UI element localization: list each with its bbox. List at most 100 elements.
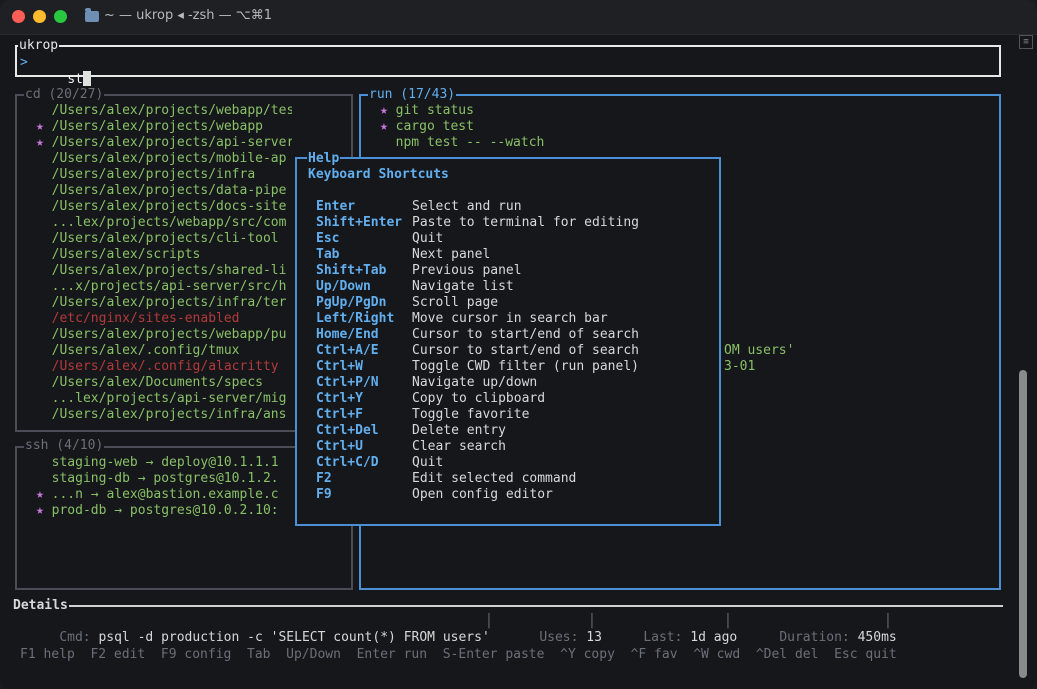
list-item[interactable]: /Users/alex/projects/mobile-ap [36, 151, 292, 167]
list-item-text: /Users/alex/projects/webapp/tests [51, 103, 292, 118]
list-item-text: /Users/alex/projects/infra/ter [51, 295, 287, 310]
list-item[interactable]: /Users/alex/.config/alacritty [36, 359, 292, 375]
list-item[interactable]: /Users/alex/projects/webapp/tests [36, 103, 292, 119]
star-spacer [36, 263, 52, 278]
cmd-value: psql -d production -c 'SELECT count(*) F… [98, 630, 490, 645]
star-spacer [36, 295, 52, 310]
list-item[interactable]: ★ cargo test [380, 119, 680, 135]
list-item[interactable]: ★ git status [380, 103, 680, 119]
star-spacer [36, 455, 52, 470]
star-spacer [36, 407, 52, 422]
footer-hint: ^F fav [630, 647, 678, 662]
shortcut-key: Ctrl+P/N [316, 375, 379, 390]
star-spacer [36, 471, 52, 486]
star-spacer [36, 199, 52, 214]
list-item-text: /Users/alex/projects/infra/ans [51, 407, 287, 422]
shortcut-description: Toggle favorite [412, 407, 530, 422]
list-item[interactable]: ★ /Users/alex/projects/webapp [36, 119, 292, 135]
search-box[interactable] [15, 45, 1001, 77]
shortcut-description: Edit selected command [412, 471, 577, 486]
star-spacer [36, 231, 52, 246]
cmd-label: Cmd: [59, 630, 91, 645]
star-spacer [36, 167, 52, 182]
list-item[interactable]: ★ prod-db → postgres@10.0.2.10: [36, 503, 292, 519]
list-item[interactable]: /etc/nginx/sites-enabled [36, 311, 292, 327]
minimize-window-button[interactable] [33, 10, 46, 23]
list-item-text: /Users/alex/projects/infra [51, 167, 256, 182]
list-item-text: /etc/nginx/sites-enabled [51, 311, 240, 326]
star-spacer [36, 375, 52, 390]
footer-hint: Tab [247, 647, 271, 662]
list-item[interactable]: ...lex/projects/webapp/src/com [36, 215, 292, 231]
search-box-label: ukrop [18, 38, 60, 54]
list-item[interactable]: ...x/projects/api-server/src/h [36, 279, 292, 295]
list-item[interactable]: /Users/alex/projects/data-pipe [36, 183, 292, 199]
sidebar-toggle-icon[interactable]: ≡ [1019, 35, 1033, 49]
shortcut-key: Ctrl+C/D [316, 455, 379, 470]
list-item[interactable]: npm test -- --watch [380, 135, 680, 151]
list-item[interactable]: ★ /Users/alex/projects/api-server [36, 135, 292, 151]
list-item[interactable]: /Users/alex/projects/infra/ter [36, 295, 292, 311]
folder-icon [85, 8, 99, 22]
shortcut-key: Ctrl+Y [316, 391, 363, 406]
title-bar: ~ — ukrop ◂ -zsh — ⌥⌘1 [0, 0, 1037, 35]
shortcut-description: Copy to clipboard [412, 391, 546, 406]
list-item[interactable]: /Users/alex/Documents/specs [36, 375, 292, 391]
footer-hint: S-Enter paste [442, 647, 545, 662]
list-item-text: /Users/alex/projects/mobile-ap [51, 151, 287, 166]
separator-2: │ [588, 614, 596, 629]
star-spacer [36, 151, 52, 166]
star-spacer [36, 311, 52, 326]
list-item-text: /Users/alex/projects/shared-li [51, 263, 287, 278]
star-spacer [36, 343, 52, 358]
shortcut-description: Navigate list [412, 279, 514, 294]
list-item-text: ...lex/projects/webapp/src/com [51, 215, 287, 230]
favorite-star-icon: ★ [36, 135, 52, 150]
list-item[interactable]: /Users/alex/projects/shared-li [36, 263, 292, 279]
shortcut-key: Ctrl+F [316, 407, 363, 422]
shortcut-description: Toggle CWD filter (run panel) [412, 359, 639, 374]
shortcut-key: Enter [316, 199, 356, 214]
shortcut-description: Cursor to start/end of search [412, 343, 639, 358]
scrollbar[interactable] [1019, 370, 1027, 678]
footer-hint-row: F1 help F2 edit F9 config Tab Up/Down En… [20, 647, 897, 663]
footer-hint: ^Y copy [560, 647, 615, 662]
list-item[interactable]: /Users/alex/projects/cli-tool [36, 231, 292, 247]
shortcut-key: Esc [316, 231, 340, 246]
separator-4: │ [884, 614, 892, 629]
duration-value: 450ms [857, 630, 897, 645]
details-title: Details [12, 598, 69, 614]
shortcut-description: Previous panel [412, 263, 522, 278]
list-item[interactable]: ★ ...n → alex@bastion.example.c [36, 487, 292, 503]
footer-hint: Up/Down [286, 647, 341, 662]
list-item-text: ...x/projects/api-server/src/h [51, 279, 287, 294]
list-item[interactable]: /Users/alex/.config/tmux [36, 343, 292, 359]
list-item[interactable]: staging-db → postgres@10.1.2. [36, 471, 292, 487]
shortcut-key: Left/Right [316, 311, 395, 326]
list-item-text: prod-db → postgres@10.0.2.10: [51, 503, 279, 518]
list-item[interactable]: /Users/alex/projects/infra/ans [36, 407, 292, 423]
search-query: st [67, 72, 83, 87]
text-cursor [82, 71, 91, 86]
search-prompt: > [20, 55, 28, 70]
list-item[interactable]: /Users/alex/scripts [36, 247, 292, 263]
list-item-text: /Users/alex/projects/webapp [51, 119, 263, 134]
list-item[interactable]: /Users/alex/projects/docs-site [36, 199, 292, 215]
list-item[interactable]: /Users/alex/projects/infra [36, 167, 292, 183]
star-spacer [36, 391, 52, 406]
list-item[interactable]: ...lex/projects/api-server/mig [36, 391, 292, 407]
list-item[interactable]: /Users/alex/projects/webapp/pu [36, 327, 292, 343]
help-popup-title: Help [307, 151, 341, 167]
list-item-text: staging-web → deploy@10.1.1.1 [51, 455, 279, 470]
duration-label: Duration: [779, 630, 850, 645]
shortcut-description: Paste to terminal for editing [412, 215, 639, 230]
zoom-window-button[interactable] [54, 10, 67, 23]
list-item[interactable]: staging-web → deploy@10.1.1.1 [36, 455, 292, 471]
list-item-text: git status [395, 103, 474, 118]
help-heading: Keyboard Shortcuts [308, 167, 449, 182]
run-partial-line-2: 3-01 [724, 359, 756, 374]
run-partial-line-1: OM users' [724, 343, 795, 358]
list-item-text: /Users/alex/.config/tmux [51, 343, 240, 358]
close-window-button[interactable] [12, 10, 25, 23]
footer-hint: F2 edit [90, 647, 146, 662]
